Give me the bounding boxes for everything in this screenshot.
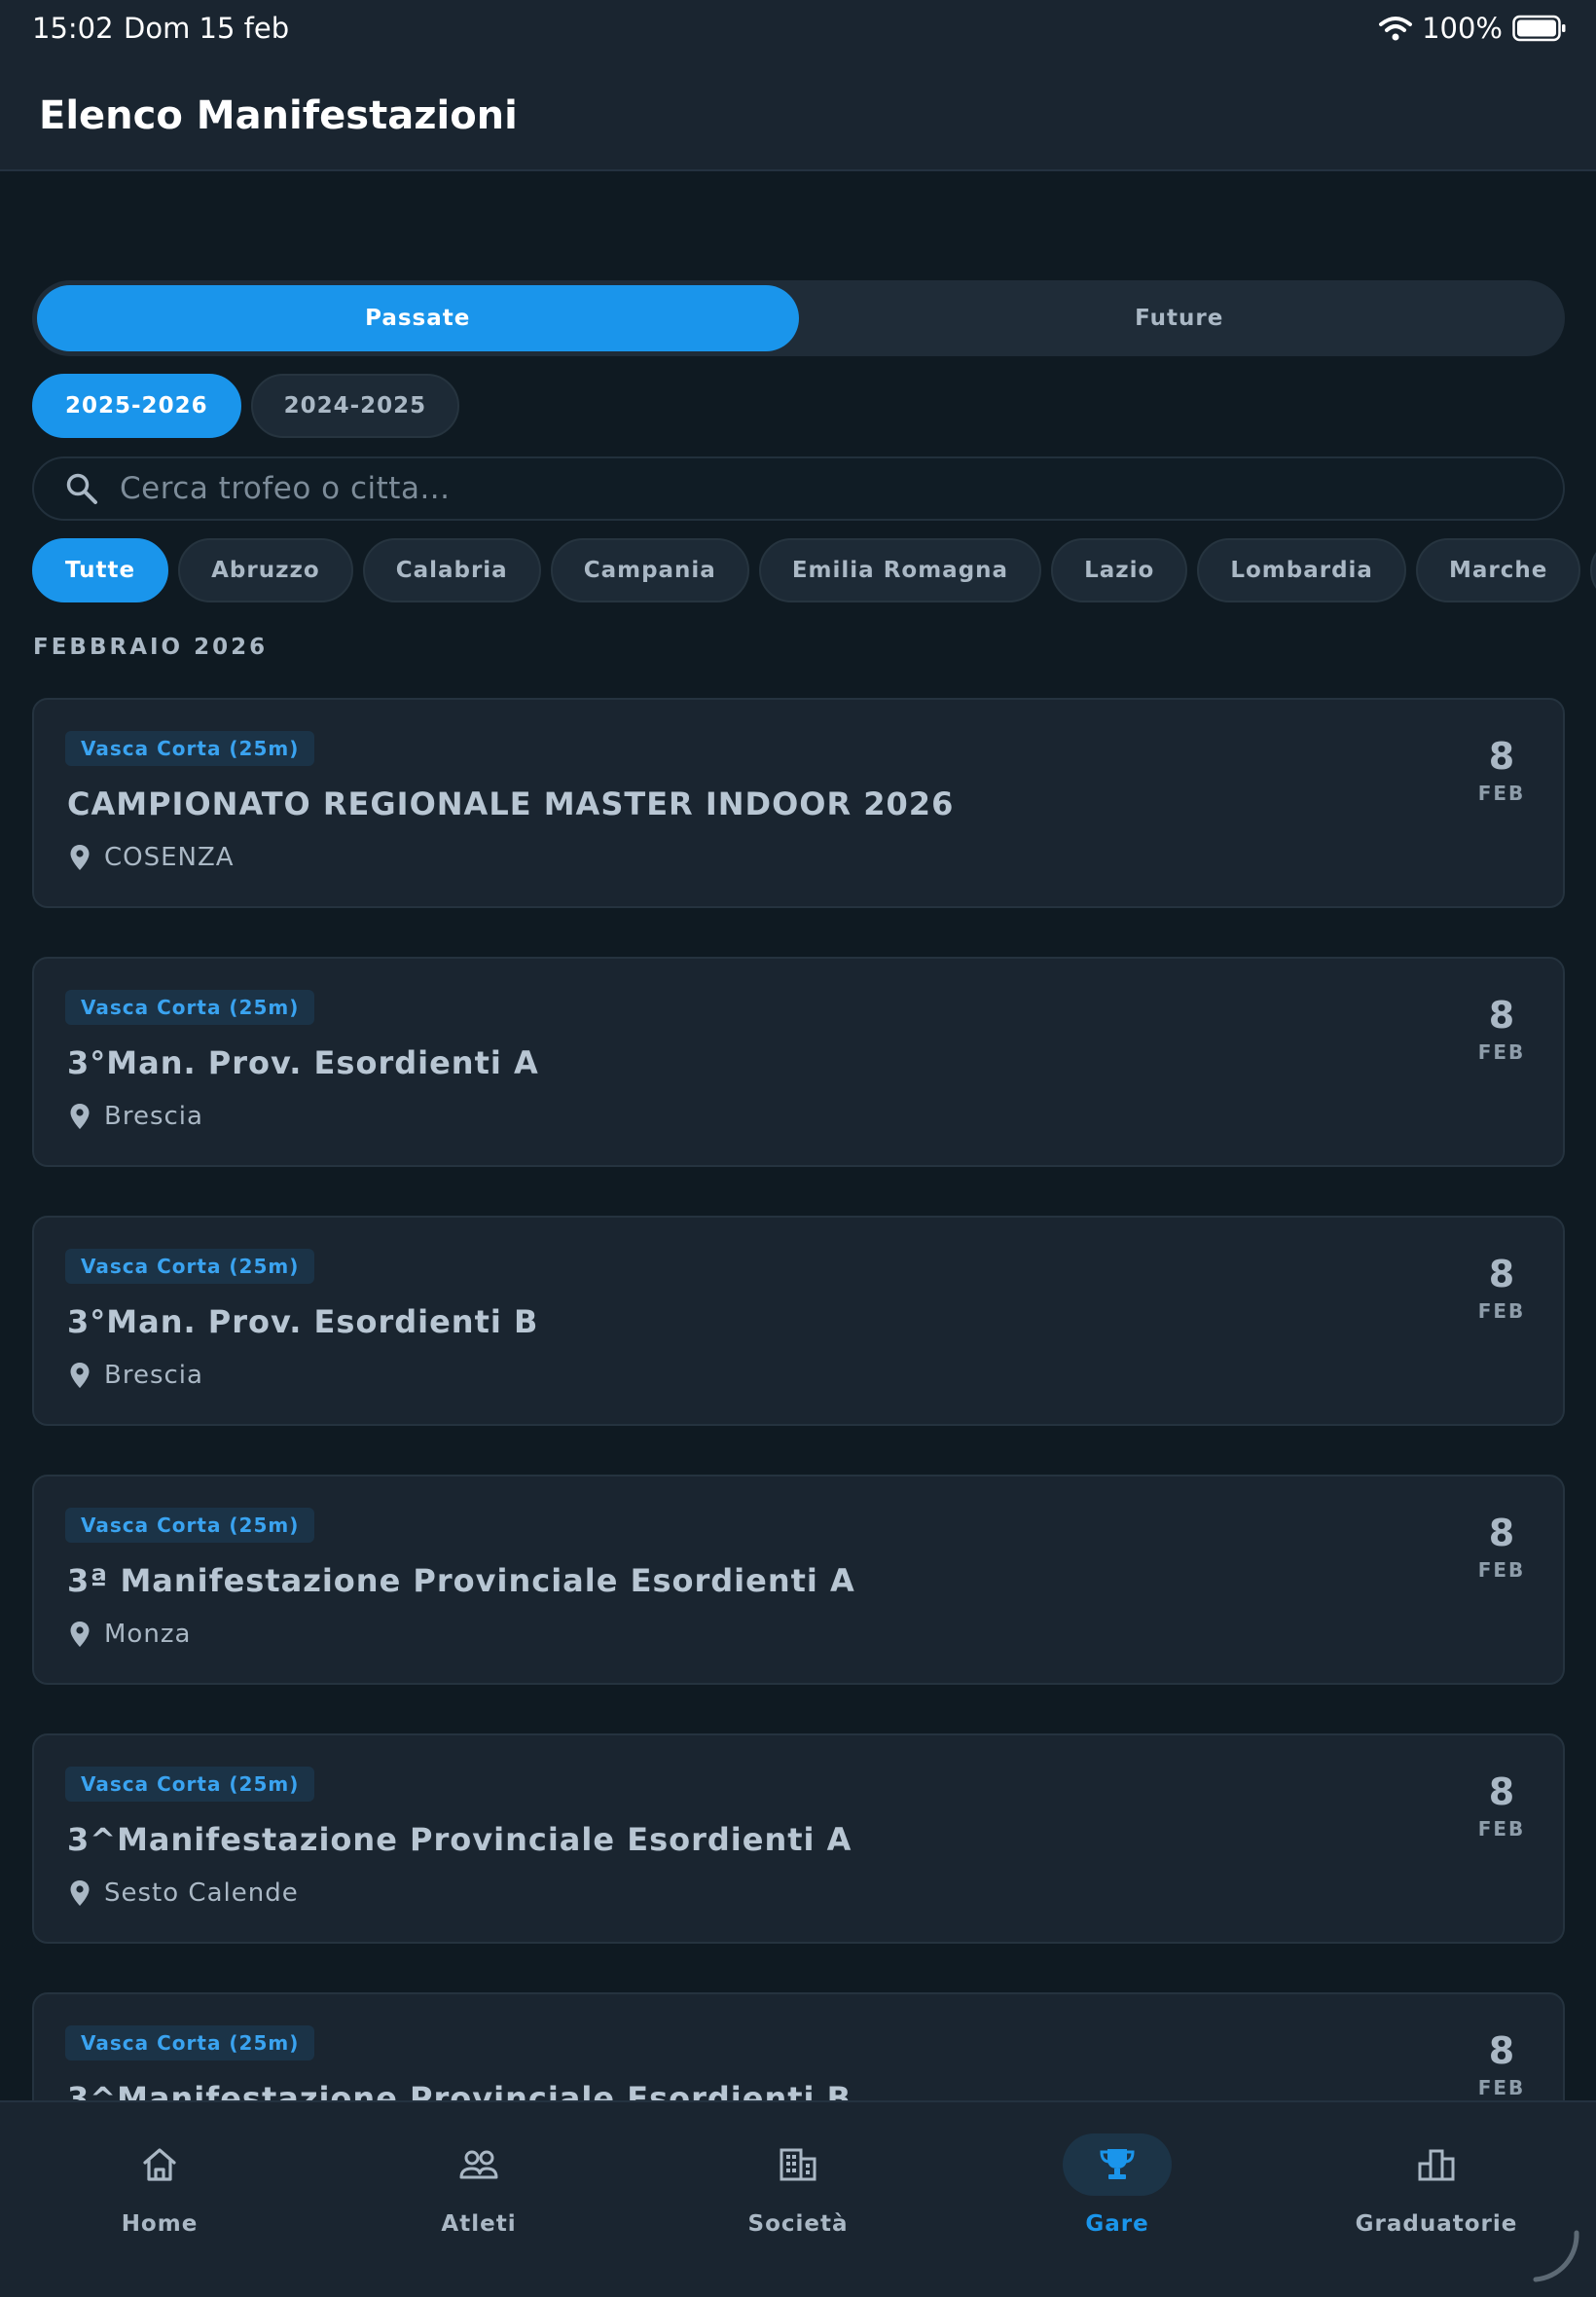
nav-label: Home <box>121 2211 199 2237</box>
event-day: 8 <box>1488 1512 1515 1554</box>
event-month: FEB <box>1477 2076 1526 2099</box>
podium-icon <box>1418 2149 1455 2181</box>
bottom-nav: Home Atleti Società Gare Graduatorie <box>0 2100 1596 2297</box>
trophy-icon <box>1100 2149 1135 2179</box>
event-month: FEB <box>1477 1040 1526 1064</box>
location-pin-icon <box>70 1880 90 1906</box>
pool-type-tag: Vasca Corta (25m) <box>65 1508 315 1543</box>
pool-type-tag: Vasca Corta (25m) <box>65 2025 315 2060</box>
event-city: Sesto Calende <box>104 1878 299 1908</box>
past-future-segment: Passate Future <box>32 280 1565 356</box>
event-location: Brescia <box>69 1102 203 1131</box>
event-card[interactable]: Vasca Corta (25m) 3ª Manifestazione Prov… <box>32 1475 1565 1685</box>
region-chip-campania[interactable]: Campania <box>550 538 749 602</box>
region-chip-emilia-romagna[interactable]: Emilia Romagna <box>758 538 1042 602</box>
event-location: COSENZA <box>69 843 235 872</box>
home-icon <box>143 2148 176 2181</box>
event-title: 3°Man. Prov. Esordienti A <box>67 1044 539 1081</box>
pool-type-tag: Vasca Corta (25m) <box>65 990 315 1025</box>
location-pin-icon <box>70 1363 90 1388</box>
search-placeholder: Cerca trofeo o citta... <box>120 471 451 506</box>
page-title: Elenco Manifestazioni <box>39 93 518 138</box>
pool-type-tag: Vasca Corta (25m) <box>65 1767 315 1802</box>
event-month: FEB <box>1477 1817 1526 1841</box>
event-day: 8 <box>1488 2029 1515 2072</box>
nav-pill <box>424 2133 533 2196</box>
region-chips: Tutte Abruzzo Calabria Campania Emilia R… <box>32 538 1596 602</box>
region-chip-lombardia[interactable]: Lombardia <box>1197 538 1406 602</box>
location-pin-icon <box>70 1622 90 1647</box>
location-pin-icon <box>70 845 90 870</box>
event-city: Brescia <box>104 1361 203 1390</box>
region-chip-tutte[interactable]: Tutte <box>32 538 169 602</box>
nav-pill <box>1063 2133 1172 2196</box>
battery-icon <box>1512 15 1566 42</box>
status-time: 15:02 <box>32 12 114 45</box>
segment-past[interactable]: Passate <box>37 285 799 351</box>
event-city: Monza <box>104 1620 192 1649</box>
nav-pill <box>744 2133 852 2196</box>
event-title: 3°Man. Prov. Esordienti B <box>67 1303 539 1340</box>
event-city: COSENZA <box>104 843 235 872</box>
search-input[interactable]: Cerca trofeo o citta... <box>32 456 1565 521</box>
top-bar: 15:02 Dom 15 feb 100% Elenco Manifestazi… <box>0 0 1596 171</box>
battery-percent: 100% <box>1422 12 1503 45</box>
segment-future[interactable]: Future <box>799 285 1561 351</box>
event-card[interactable]: Vasca Corta (25m) 3°Man. Prov. Esordient… <box>32 1216 1565 1426</box>
event-day: 8 <box>1488 735 1515 778</box>
event-location: Brescia <box>69 1361 203 1390</box>
search-icon <box>66 473 97 504</box>
nav-item-gare[interactable]: Gare <box>958 2102 1277 2297</box>
event-card[interactable]: Vasca Corta (25m) CAMPIONATO REGIONALE M… <box>32 698 1565 908</box>
event-location: Sesto Calende <box>69 1878 299 1908</box>
nav-label: Atleti <box>441 2211 517 2237</box>
event-location: Monza <box>69 1620 191 1649</box>
event-day: 8 <box>1488 1253 1515 1295</box>
event-day: 8 <box>1488 994 1515 1037</box>
event-month: FEB <box>1477 1558 1526 1582</box>
event-month: FEB <box>1477 1299 1526 1323</box>
wifi-icon <box>1379 17 1413 41</box>
pool-type-tag: Vasca Corta (25m) <box>65 731 315 766</box>
nav-item-societa[interactable]: Società <box>638 2102 958 2297</box>
region-chip-molise[interactable]: Mo <box>1590 538 1596 602</box>
region-chip-calabria[interactable]: Calabria <box>362 538 541 602</box>
event-title: 3^Manifestazione Provinciale Esordienti … <box>67 1821 852 1858</box>
season-chips: 2025-2026 2024-2025 <box>32 374 460 438</box>
region-chip-abruzzo[interactable]: Abruzzo <box>178 538 353 602</box>
status-indicators: 100% <box>1379 12 1567 45</box>
region-chip-marche[interactable]: Marche <box>1415 538 1581 602</box>
status-date: Dom 15 feb <box>124 12 290 45</box>
event-card[interactable]: Vasca Corta (25m) 3°Man. Prov. Esordient… <box>32 957 1565 1167</box>
season-chip[interactable]: 2025-2026 <box>32 374 241 438</box>
season-chip[interactable]: 2024-2025 <box>250 374 460 438</box>
nav-pill <box>1382 2133 1491 2196</box>
loading-spinner-icon <box>1533 2230 1579 2282</box>
nav-item-atleti[interactable]: Atleti <box>319 2102 638 2297</box>
event-day: 8 <box>1488 1770 1515 1813</box>
nav-pill <box>105 2133 214 2196</box>
location-pin-icon <box>70 1104 90 1129</box>
event-title: 3ª Manifestazione Provinciale Esordienti… <box>67 1562 855 1599</box>
people-icon <box>459 2150 498 2179</box>
nav-label: Società <box>747 2211 849 2237</box>
app-root: 15:02 Dom 15 feb 100% Elenco Manifestazi… <box>0 0 1596 2297</box>
nav-label: Gare <box>1085 2211 1149 2237</box>
pool-type-tag: Vasca Corta (25m) <box>65 1249 315 1284</box>
building-icon <box>780 2148 816 2181</box>
region-chip-lazio[interactable]: Lazio <box>1051 538 1188 602</box>
event-title: CAMPIONATO REGIONALE MASTER INDOOR 2026 <box>67 785 955 822</box>
nav-item-home[interactable]: Home <box>0 2102 319 2297</box>
event-city: Brescia <box>104 1102 203 1131</box>
event-month: FEB <box>1477 782 1526 805</box>
month-section-label: FEBBRAIO 2026 <box>33 635 269 660</box>
event-card[interactable]: Vasca Corta (25m) 3^Manifestazione Provi… <box>32 1733 1565 1944</box>
